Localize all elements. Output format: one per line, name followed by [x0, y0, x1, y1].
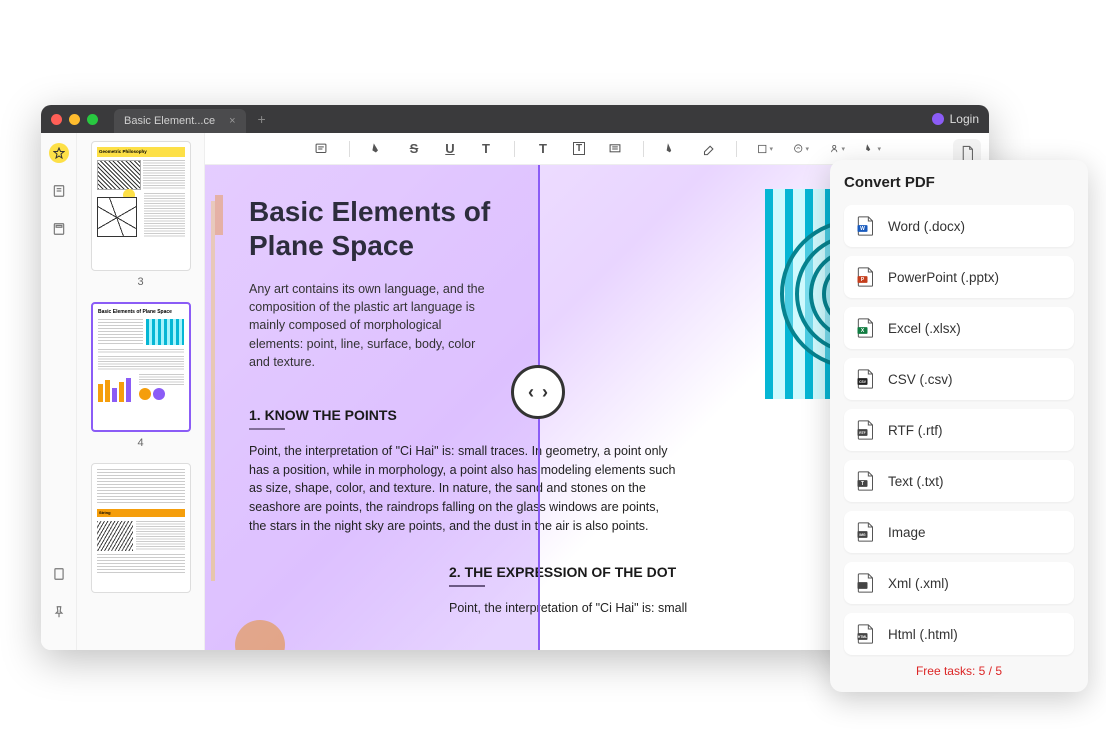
thumb-title: Geometric Philosophy — [97, 147, 185, 157]
page-thumbnail-5[interactable]: String — [91, 463, 191, 593]
convert-option-label: Word (.docx) — [888, 219, 965, 234]
freetext-icon[interactable]: T — [535, 141, 551, 157]
document-body-text: Point, the interpretation of "Ci Hai" is… — [449, 599, 879, 618]
convert-option-label: Image — [888, 525, 926, 540]
file-type-icon: P — [856, 267, 874, 287]
svg-text:CSV: CSV — [859, 380, 867, 384]
convert-option-label: CSV (.csv) — [888, 372, 953, 387]
convert-option[interactable]: P PowerPoint (.pptx) — [844, 256, 1074, 298]
login-label: Login — [950, 112, 979, 126]
convert-option[interactable]: RTF RTF (.rtf) — [844, 409, 1074, 451]
convert-option-label: Text (.txt) — [888, 474, 944, 489]
thumb-page-number: 3 — [91, 276, 190, 288]
convert-option[interactable]: W Word (.docx) — [844, 205, 1074, 247]
convert-option[interactable]: Xml (.xml) — [844, 562, 1074, 604]
highlighter-tool-icon[interactable] — [49, 143, 69, 163]
convert-option-label: Xml (.xml) — [888, 576, 949, 591]
tab-close-icon[interactable]: × — [229, 115, 235, 127]
thumb-title: String — [97, 509, 185, 517]
titlebar: Basic Element...ce × + Login — [41, 105, 989, 133]
underline-icon[interactable]: U — [442, 141, 458, 157]
left-rail — [41, 133, 77, 650]
convert-option[interactable]: T Text (.txt) — [844, 460, 1074, 502]
eraser-icon[interactable] — [700, 141, 716, 157]
minimize-window-button[interactable] — [69, 114, 80, 125]
document-tab[interactable]: Basic Element...ce × — [114, 109, 246, 133]
shape-dropdown[interactable] — [757, 141, 773, 157]
convert-option-label: PowerPoint (.pptx) — [888, 270, 999, 285]
text-icon[interactable]: T — [478, 141, 494, 157]
traffic-lights — [51, 114, 98, 125]
link-dropdown[interactable] — [865, 141, 881, 157]
thumbnail-item[interactable]: Basic Elements of Plane Space — [91, 302, 190, 449]
avatar-icon — [932, 113, 944, 125]
file-type-icon: X — [856, 318, 874, 338]
file-type-icon: IMG — [856, 522, 874, 542]
page-tool-icon[interactable] — [49, 181, 69, 201]
convert-option[interactable]: CSV CSV (.csv) — [844, 358, 1074, 400]
free-tasks-label: Free tasks: 5 / 5 — [844, 664, 1074, 678]
document-title: Basic Elements of Plane Space — [249, 195, 529, 262]
svg-text:HTML: HTML — [858, 635, 867, 639]
maximize-window-button[interactable] — [87, 114, 98, 125]
document-intro-text: Any art contains its own language, and t… — [249, 280, 499, 371]
file-type-icon: RTF — [856, 420, 874, 440]
stamp-dropdown[interactable] — [793, 141, 809, 157]
textbox-icon[interactable]: T — [571, 141, 587, 157]
convert-option-label: Excel (.xlsx) — [888, 321, 961, 336]
signature-dropdown[interactable] — [829, 141, 845, 157]
tab-title: Basic Element...ce — [124, 115, 215, 127]
pin-tool-icon[interactable] — [49, 602, 69, 622]
convert-pdf-panel: Convert PDF W Word (.docx) P PowerPoint … — [830, 160, 1088, 692]
document-body-text: Point, the interpretation of "Ci Hai" is… — [249, 442, 679, 536]
file-type-icon: HTML — [856, 624, 874, 644]
convert-option-label: RTF (.rtf) — [888, 423, 943, 438]
svg-text:W: W — [860, 226, 865, 232]
page-thumbnail-4[interactable]: Basic Elements of Plane Space — [91, 302, 191, 432]
file-type-icon: CSV — [856, 369, 874, 389]
thumbnail-item[interactable]: String — [91, 463, 190, 593]
new-tab-button[interactable]: + — [258, 111, 266, 127]
chevron-left-icon: ‹ — [528, 382, 534, 403]
strikethrough-icon[interactable]: S — [406, 141, 422, 157]
page-thumbnail-3[interactable]: Geometric Philosophy — [91, 141, 191, 271]
close-window-button[interactable] — [51, 114, 62, 125]
note-icon[interactable] — [313, 141, 329, 157]
thumb-page-number: 4 — [91, 437, 190, 449]
svg-text:T: T — [861, 481, 864, 487]
callout-icon[interactable] — [607, 141, 623, 157]
file-type-icon: T — [856, 471, 874, 491]
highlight-icon[interactable] — [370, 141, 386, 157]
thumbnail-item[interactable]: Geometric Philosophy 3 — [91, 141, 190, 288]
convert-option[interactable]: IMG Image — [844, 511, 1074, 553]
convert-panel-title: Convert PDF — [844, 174, 1074, 191]
pen-icon[interactable] — [664, 141, 680, 157]
bookmark-tool-icon[interactable] — [49, 219, 69, 239]
convert-option[interactable]: X Excel (.xlsx) — [844, 307, 1074, 349]
thumb-title: Basic Elements of Plane Space — [98, 309, 184, 316]
svg-text:IMG: IMG — [859, 533, 866, 537]
convert-option-label: Html (.html) — [888, 627, 958, 642]
svg-text:RTF: RTF — [859, 431, 865, 435]
file-type-icon — [856, 573, 874, 593]
attachment-tool-icon[interactable] — [49, 564, 69, 584]
thumbnail-panel: Geometric Philosophy 3 — [77, 133, 205, 650]
file-type-icon: W — [856, 216, 874, 236]
login-button[interactable]: Login — [932, 112, 979, 126]
chevron-right-icon: › — [542, 382, 548, 403]
compare-slider-handle[interactable]: ‹ › — [511, 365, 565, 419]
convert-option[interactable]: HTML Html (.html) — [844, 613, 1074, 655]
